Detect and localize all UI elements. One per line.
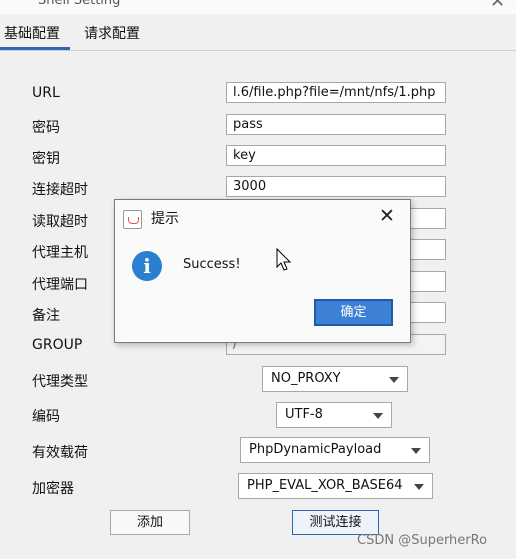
cryption-value: PHP_EVAL_XOR_BASE64 (247, 478, 403, 493)
java-icon (123, 210, 142, 229)
connect-timeout-input[interactable]: 3000 (226, 176, 446, 197)
tab-basic-config[interactable]: 基础配置 (4, 23, 60, 43)
window-titlebar: Shell Setting ✕ (0, 0, 516, 15)
password-input[interactable]: pass (226, 114, 446, 135)
info-icon: i (132, 251, 162, 281)
proxy-type-value: NO_PROXY (271, 371, 341, 386)
cryption-select[interactable]: PHP_EVAL_XOR_BASE64 (238, 473, 433, 499)
chevron-down-icon (389, 377, 399, 383)
dialog-close-icon[interactable]: ✕ (379, 205, 395, 227)
url-input[interactable]: l.6/file.php?file=/mnt/nfs/1.php (226, 82, 446, 103)
tab-bar: 基础配置 请求配置 (0, 14, 516, 51)
chevron-down-icon (373, 413, 383, 419)
cryption-label: 加密器 (32, 481, 74, 497)
dialog-message: Success! (183, 257, 241, 272)
dialog-ok-button[interactable]: 确定 (314, 299, 393, 326)
window-title: Shell Setting (38, 0, 121, 8)
payload-label: 有效载荷 (32, 445, 88, 461)
url-label: URL (32, 85, 60, 101)
connect-timeout-label: 连接超时 (32, 182, 88, 198)
remark-label: 备注 (32, 308, 60, 324)
chevron-down-icon (414, 484, 424, 490)
proxy-host-label: 代理主机 (32, 245, 88, 261)
password-label: 密码 (32, 120, 60, 136)
payload-select[interactable]: PhpDynamicPayload (240, 437, 430, 463)
read-timeout-label: 读取超时 (32, 214, 88, 230)
proxy-type-label: 代理类型 (32, 374, 88, 390)
payload-value: PhpDynamicPayload (249, 442, 382, 457)
chevron-down-icon (411, 448, 421, 454)
encoding-select[interactable]: UTF-8 (276, 402, 392, 428)
proxy-type-select[interactable]: NO_PROXY (262, 366, 408, 392)
mouse-cursor-icon (276, 248, 292, 271)
proxy-port-label: 代理端口 (32, 277, 88, 293)
add-button[interactable]: 添加 (110, 510, 190, 535)
watermark: CSDN @SuperherRo (357, 533, 488, 548)
group-label: GROUP (32, 337, 83, 353)
dialog-header: 提示 ✕ (115, 200, 410, 236)
dialog-title: 提示 (151, 211, 179, 227)
secret-key-input[interactable]: key (226, 145, 446, 166)
message-dialog: 提示 ✕ i Success! 确定 (114, 199, 411, 343)
tab-request-config[interactable]: 请求配置 (84, 23, 140, 43)
test-connection-button[interactable]: 测试连接 (292, 510, 379, 535)
encoding-value: UTF-8 (285, 407, 323, 422)
window-close-icon[interactable]: ✕ (490, 0, 505, 12)
secret-key-label: 密钥 (32, 151, 60, 167)
active-tab-indicator (0, 47, 70, 50)
encoding-label: 编码 (32, 409, 60, 425)
